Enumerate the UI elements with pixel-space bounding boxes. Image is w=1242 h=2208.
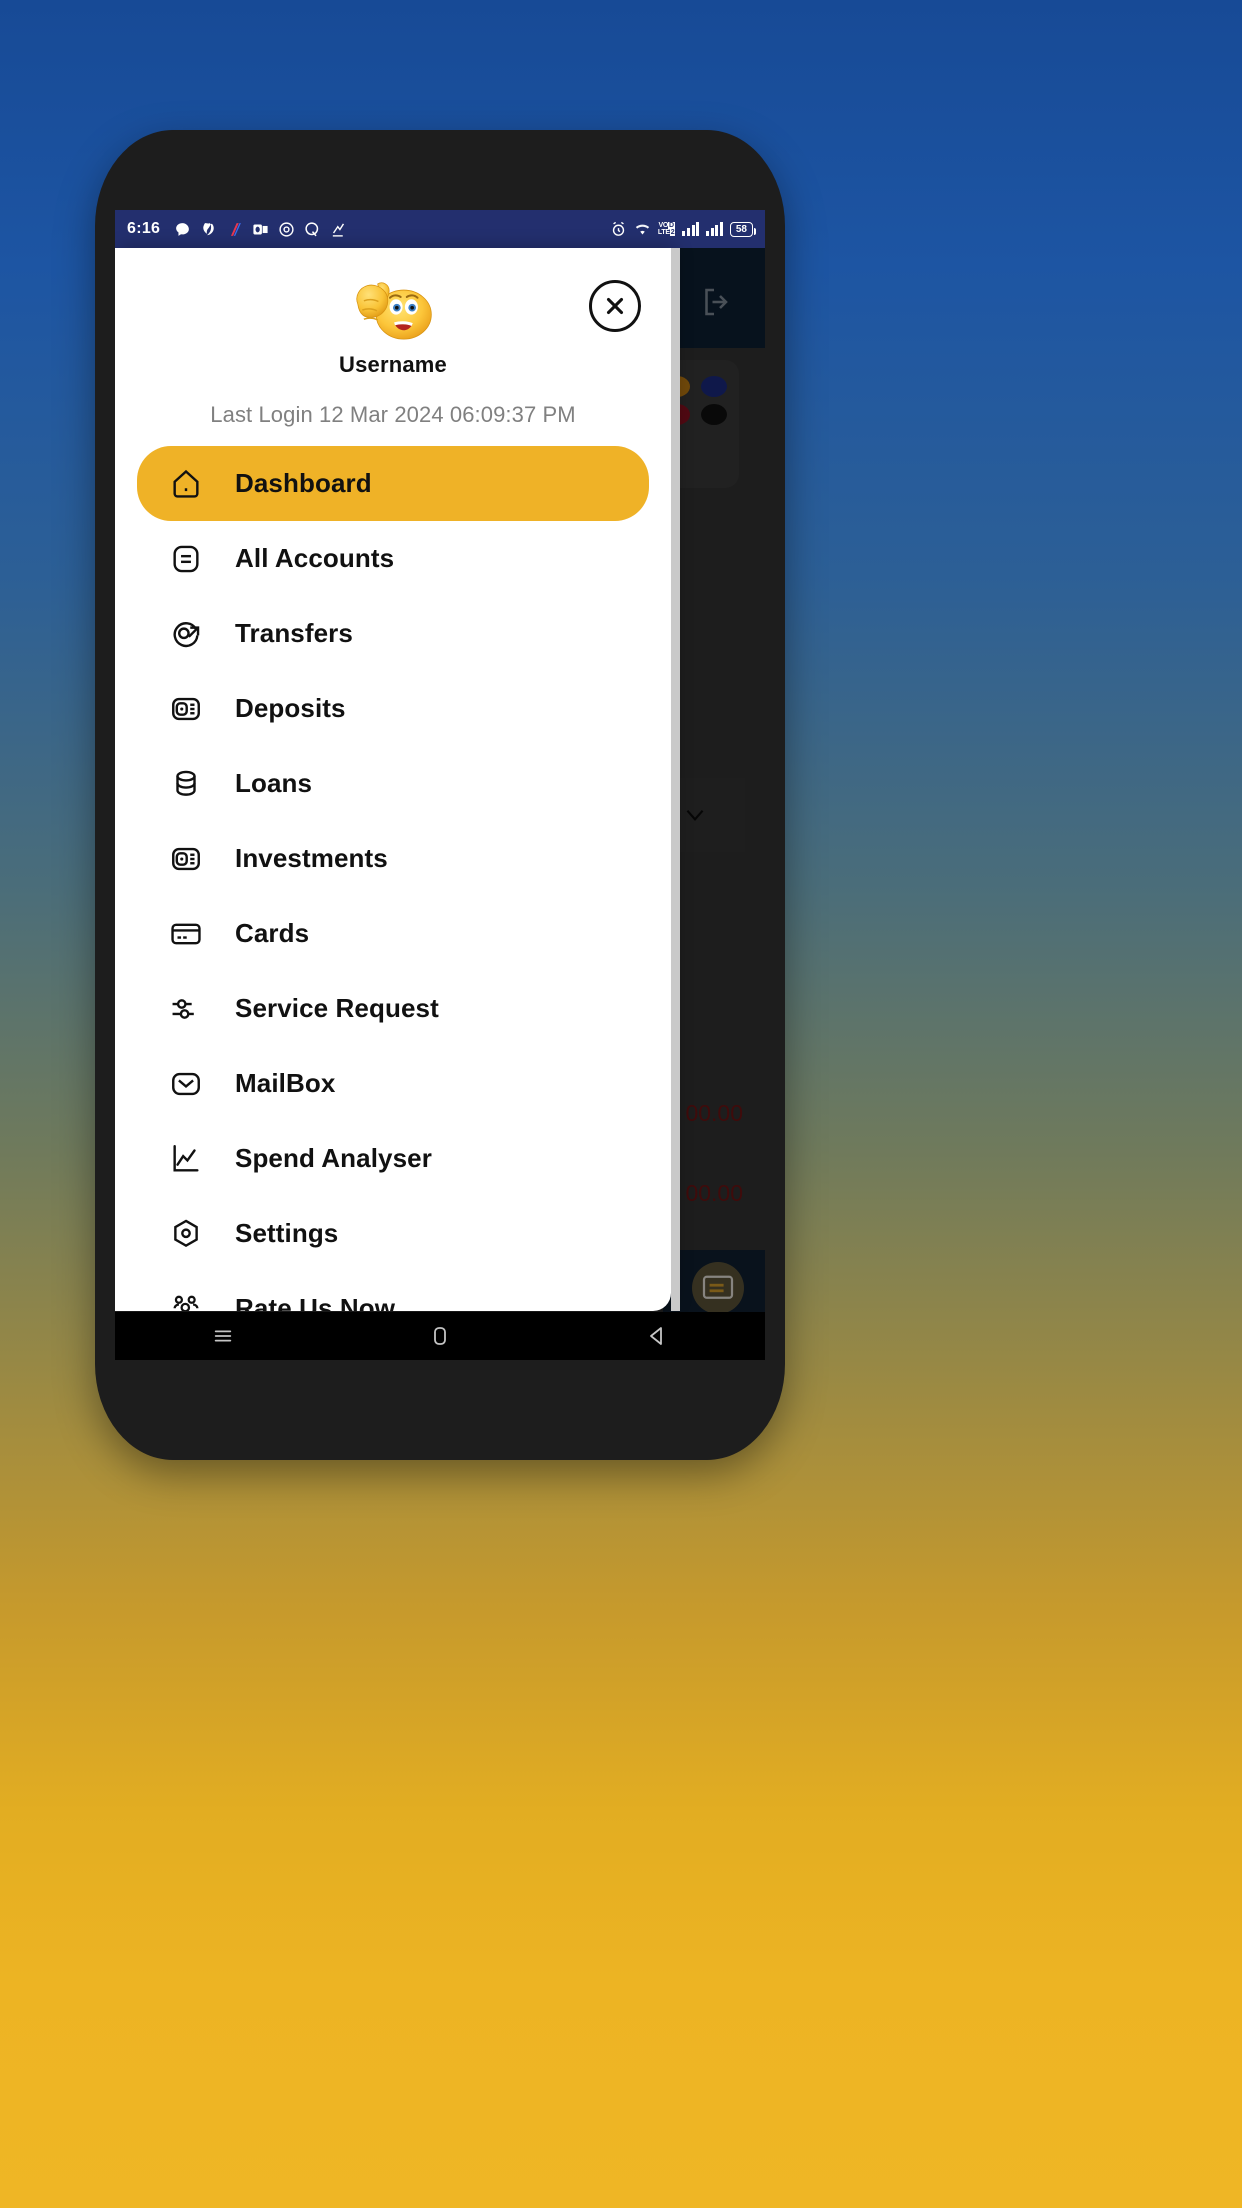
- accounts-list-icon: [165, 538, 207, 580]
- menu-label: Rate Us Now: [235, 1293, 396, 1311]
- net-lte: LTE: [657, 229, 670, 236]
- menu-item-rate-us-now[interactable]: Rate Us Now: [137, 1271, 649, 1311]
- last-login-label: Last Login: [210, 402, 313, 427]
- line-chart-icon: [165, 1138, 207, 1180]
- menu-item-service-request[interactable]: Service Request: [137, 971, 649, 1046]
- close-icon: [606, 297, 624, 315]
- menu-label: Service Request: [235, 993, 439, 1023]
- menu-label: MailBox: [235, 1068, 336, 1098]
- menu-label: Investments: [235, 843, 388, 873]
- net-2: 2: [669, 229, 676, 236]
- rainbow-icon: [231, 222, 242, 236]
- menu-label: Cards: [235, 918, 310, 948]
- menu-label: Dashboard: [235, 468, 372, 498]
- menu-item-spend-analyser[interactable]: Spend Analyser: [137, 1121, 649, 1196]
- outlook-icon: [253, 224, 268, 234]
- last-login-value: 12 Mar 2024 06:09:37 PM: [319, 402, 576, 427]
- menu-item-loans[interactable]: Loans: [137, 746, 649, 821]
- status-notification-icons: [174, 221, 610, 238]
- drawer-scrollbar[interactable]: [671, 248, 680, 1311]
- gear-hexagon-icon: [165, 1213, 207, 1255]
- android-nav-bar: [115, 1312, 765, 1360]
- menu-label: Transfers: [235, 618, 353, 648]
- menu-item-settings[interactable]: Settings: [137, 1196, 649, 1271]
- battery-indicator: 58: [729, 221, 757, 237]
- net-vo: VO: [658, 222, 668, 229]
- menu-item-deposits[interactable]: Deposits: [137, 671, 649, 746]
- signal-bars-sim2: [706, 222, 723, 236]
- last-login-row: Last Login 12 Mar 2024 06:09:37 PM: [115, 402, 671, 428]
- menu-label: Settings: [235, 1218, 339, 1248]
- quora-icon: [305, 221, 319, 236]
- transfer-arrow-icon: [165, 613, 207, 655]
- chrome-icon: [279, 221, 294, 237]
- signal-bars-sim1: [682, 222, 700, 236]
- username-label: Username: [339, 352, 447, 377]
- network-type-icon: VOD LTE2: [657, 222, 676, 236]
- status-system-icons: VOD LTE2 58: [610, 221, 757, 238]
- menu-item-investments[interactable]: Investments: [137, 821, 649, 896]
- home-square-icon[interactable]: [420, 1321, 460, 1351]
- status-bar: 6:16 VOD LTE2 58: [115, 210, 765, 248]
- phone-screen: band 00.00 00.00 ew Site Map 6:16: [115, 210, 765, 1360]
- menu-label: All Accounts: [235, 543, 395, 573]
- menu-item-dashboard[interactable]: Dashboard: [137, 446, 649, 521]
- sliders-icon: [165, 988, 207, 1030]
- net-d: D: [667, 222, 675, 229]
- menu-item-transfers[interactable]: Transfers: [137, 596, 649, 671]
- envelope-icon: [165, 1063, 207, 1105]
- close-drawer-button[interactable]: [589, 280, 641, 332]
- menu-label: Deposits: [235, 693, 346, 723]
- alarm-icon: [612, 221, 625, 236]
- wallet-icon: [165, 688, 207, 730]
- menu-item-mailbox[interactable]: MailBox: [137, 1046, 649, 1121]
- home-icon: [165, 463, 207, 505]
- avatar[interactable]: [347, 270, 439, 350]
- drawer-header: Username Last Login 12 Mar 2024 06:09:37…: [115, 248, 671, 428]
- credit-card-icon: [165, 913, 207, 955]
- avatar-wrapper: [115, 270, 671, 350]
- menu-item-all-accounts[interactable]: All Accounts: [137, 521, 649, 596]
- drawer-menu: Dashboard All Accounts Transfers Deposit…: [115, 446, 671, 1311]
- coin-stack-icon: [165, 763, 207, 805]
- wallet-icon: [165, 838, 207, 880]
- status-time: 6:16: [127, 220, 161, 237]
- menu-item-cards[interactable]: Cards: [137, 896, 649, 971]
- check-icon: [333, 222, 345, 237]
- chat-bubble-icon: [176, 222, 190, 236]
- back-triangle-icon[interactable]: [637, 1321, 677, 1351]
- menu-label: Spend Analyser: [235, 1143, 432, 1173]
- people-group-icon: [165, 1288, 207, 1311]
- recents-icon[interactable]: [203, 1321, 243, 1351]
- app-icon: [203, 222, 214, 235]
- wifi-icon: [635, 224, 650, 234]
- menu-label: Loans: [235, 768, 313, 798]
- navigation-drawer: Username Last Login 12 Mar 2024 06:09:37…: [115, 248, 671, 1311]
